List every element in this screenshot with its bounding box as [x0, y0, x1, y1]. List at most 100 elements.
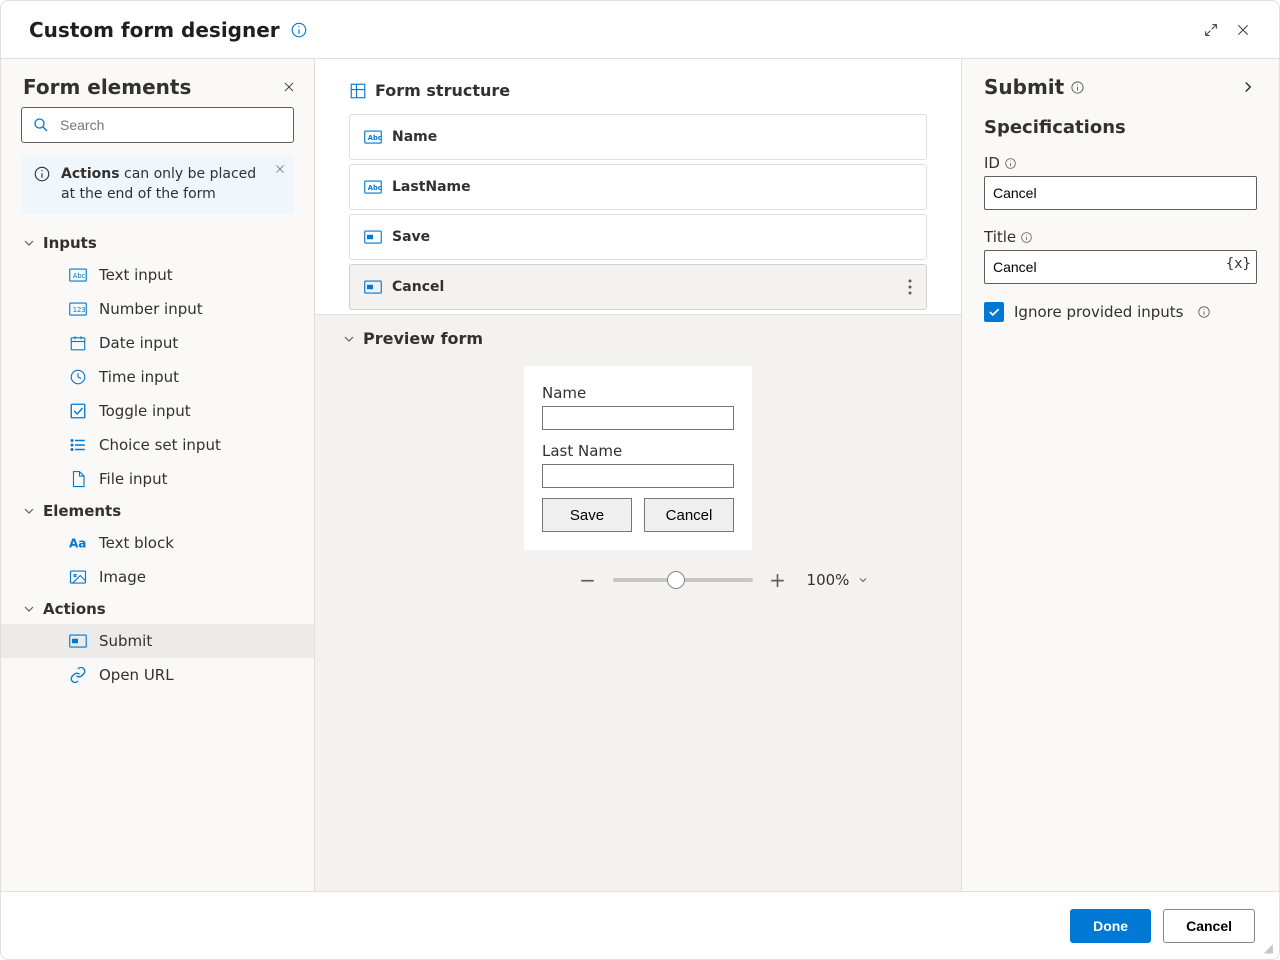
left-panel-close-icon[interactable] — [282, 80, 296, 94]
chevron-down-icon — [857, 574, 869, 586]
resize-grip-icon[interactable]: ◢ — [1264, 941, 1273, 955]
text-input-icon: Abc — [69, 266, 87, 284]
right-panel: Submit Specifications ID Title — [961, 59, 1279, 891]
category-inputs[interactable]: Inputs — [1, 228, 314, 258]
svg-text:Abc: Abc — [368, 184, 382, 192]
left-panel: Form elements Actions can only be placed… — [1, 59, 315, 891]
chevron-down-icon — [341, 331, 357, 347]
preview-cancel-button[interactable]: Cancel — [644, 498, 734, 532]
file-icon — [69, 470, 87, 488]
banner-close-icon[interactable] — [274, 163, 286, 175]
ignore-inputs-row[interactable]: Ignore provided inputs — [984, 302, 1257, 322]
header-bar: Custom form designer — [1, 1, 1279, 59]
submit-icon — [364, 280, 382, 294]
chevron-down-icon — [21, 235, 37, 251]
chevron-right-icon[interactable] — [1239, 78, 1257, 96]
window-title: Custom form designer — [29, 18, 280, 42]
preview-area: Preview form Name Last Name Save Cancel … — [315, 314, 961, 891]
checkbox-checked-icon[interactable] — [984, 302, 1004, 322]
category-elements[interactable]: Elements — [1, 496, 314, 526]
close-button[interactable] — [1227, 14, 1259, 46]
leaf-choice-set-input[interactable]: Choice set input — [1, 428, 314, 462]
text-input-icon: Abc — [364, 130, 382, 144]
structure-item-cancel[interactable]: Cancel — [349, 264, 927, 310]
structure-icon — [349, 82, 367, 100]
fx-button[interactable]: {x} — [1226, 256, 1251, 272]
id-label: ID — [984, 154, 1257, 172]
zoom-controls: − + 100% — [335, 568, 941, 592]
clock-icon — [69, 368, 87, 386]
text-input-icon: Abc — [364, 180, 382, 194]
more-icon[interactable] — [908, 279, 912, 295]
leaf-number-input[interactable]: 123 Number input — [1, 292, 314, 326]
preview-input-lastname[interactable] — [542, 464, 734, 488]
banner-text: Actions can only be placed at the end of… — [61, 165, 264, 204]
category-actions[interactable]: Actions — [1, 594, 314, 624]
number-input-icon: 123 — [69, 300, 87, 318]
left-panel-title: Form elements — [23, 75, 282, 99]
submit-icon — [364, 230, 382, 244]
preview-save-button[interactable]: Save — [542, 498, 632, 532]
leaf-date-input[interactable]: Date input — [1, 326, 314, 360]
svg-text:Abc: Abc — [368, 134, 382, 142]
structure-item-name[interactable]: Abc Name — [349, 114, 927, 160]
svg-text:Abc: Abc — [73, 272, 86, 280]
leaf-text-block[interactable]: Aa Text block — [1, 526, 314, 560]
zoom-thumb[interactable] — [667, 571, 685, 589]
preview-label-name: Name — [542, 384, 734, 402]
zoom-level-dropdown[interactable]: 100% — [807, 571, 870, 589]
leaf-image[interactable]: Image — [1, 560, 314, 594]
cancel-button[interactable]: Cancel — [1163, 909, 1255, 943]
title-info-icon[interactable] — [1020, 231, 1033, 244]
id-input[interactable] — [984, 176, 1257, 210]
svg-text:Aa: Aa — [69, 537, 86, 551]
zoom-slider[interactable] — [613, 578, 753, 582]
svg-text:123: 123 — [73, 306, 86, 314]
preview-input-name[interactable] — [542, 406, 734, 430]
image-icon — [69, 568, 87, 586]
form-structure-area: Form structure Abc Name Abc LastName Sav… — [315, 59, 961, 314]
done-button[interactable]: Done — [1070, 909, 1151, 943]
search-input[interactable] — [58, 116, 283, 134]
right-title-info-icon[interactable] — [1070, 80, 1085, 95]
footer: Done Cancel ◢ — [1, 891, 1279, 959]
title-label: Title — [984, 228, 1257, 246]
preview-title[interactable]: Preview form — [341, 329, 941, 348]
center-panel: Form structure Abc Name Abc LastName Sav… — [315, 59, 961, 891]
body: Form elements Actions can only be placed… — [1, 59, 1279, 891]
expand-button[interactable] — [1195, 14, 1227, 46]
leaf-submit[interactable]: Submit — [1, 624, 314, 658]
link-icon — [69, 666, 87, 684]
specifications-title: Specifications — [984, 117, 1257, 138]
id-info-icon[interactable] — [1004, 157, 1017, 170]
zoom-out-button[interactable]: − — [577, 568, 599, 592]
preview-label-lastname: Last Name — [542, 442, 734, 460]
text-icon: Aa — [69, 534, 87, 552]
submit-icon — [69, 632, 87, 650]
checkbox-label: Ignore provided inputs — [1014, 303, 1183, 321]
search-icon — [32, 116, 50, 134]
form-structure-title: Form structure — [349, 81, 927, 100]
title-input[interactable] — [984, 250, 1257, 284]
preview-card: Name Last Name Save Cancel — [524, 366, 752, 550]
info-icon — [33, 165, 51, 204]
chevron-down-icon — [21, 601, 37, 617]
zoom-in-button[interactable]: + — [767, 568, 789, 592]
search-box[interactable] — [21, 107, 294, 143]
calendar-icon — [69, 334, 87, 352]
header-info-icon[interactable] — [290, 21, 308, 39]
leaf-text-input[interactable]: Abc Text input — [1, 258, 314, 292]
app-window: Custom form designer Form elements — [0, 0, 1280, 960]
checkbox-icon — [69, 402, 87, 420]
leaf-time-input[interactable]: Time input — [1, 360, 314, 394]
leaf-file-input[interactable]: File input — [1, 462, 314, 496]
chevron-down-icon — [21, 503, 37, 519]
right-title: Submit — [984, 75, 1064, 99]
leaf-open-url[interactable]: Open URL — [1, 658, 314, 692]
list-icon — [69, 436, 87, 454]
leaf-toggle-input[interactable]: Toggle input — [1, 394, 314, 428]
checkbox-info-icon[interactable] — [1197, 305, 1211, 319]
structure-item-lastname[interactable]: Abc LastName — [349, 164, 927, 210]
info-banner: Actions can only be placed at the end of… — [21, 155, 294, 214]
structure-item-save[interactable]: Save — [349, 214, 927, 260]
